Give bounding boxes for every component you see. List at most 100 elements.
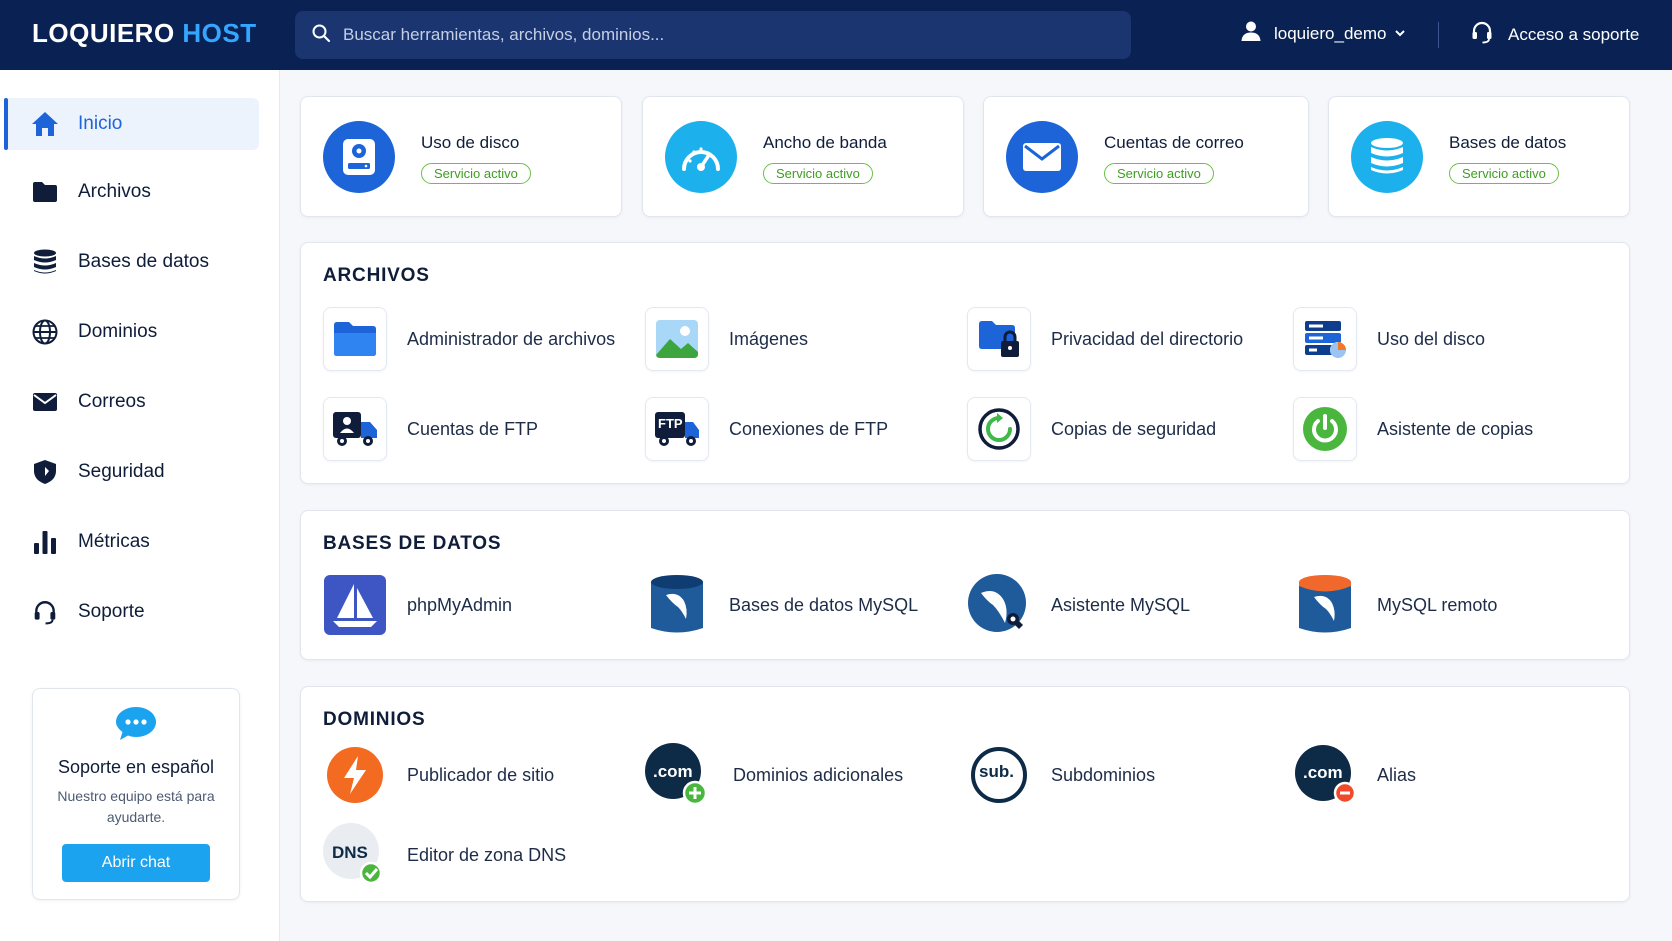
com-text: .com: [653, 762, 693, 781]
tool-phpmyadmin[interactable]: phpMyAdmin: [323, 573, 512, 637]
subdomain-icon: sub.: [967, 743, 1031, 807]
database-icon: [30, 247, 60, 277]
sidebar-item-metricas[interactable]: Métricas: [4, 516, 259, 568]
tool-ftp-connections[interactable]: FTP Conexiones de FTP: [645, 397, 888, 461]
tool-images[interactable]: Imágenes: [645, 307, 808, 371]
tool-mysql-remote[interactable]: MySQL remoto: [1293, 573, 1497, 637]
sidebar-item-label: Dominios: [78, 321, 158, 342]
ftp-truck-user-icon: [323, 397, 387, 461]
stat-card-disk[interactable]: Uso de disco Servicio activo: [300, 96, 622, 217]
bar-chart-icon: [30, 527, 60, 557]
open-chat-button[interactable]: Abrir chat: [62, 844, 210, 882]
tool-file-manager[interactable]: Administrador de archivos: [323, 307, 615, 371]
server-usage-icon: [1293, 307, 1357, 371]
sidebar-item-label: Correos: [78, 391, 146, 412]
backup-refresh-icon: [967, 397, 1031, 461]
tool-subdomains[interactable]: sub. Subdominios: [967, 743, 1155, 807]
status-badge: Servicio activo: [1449, 163, 1559, 184]
status-badge: Servicio activo: [1104, 163, 1214, 184]
sub-text: sub.: [979, 762, 1014, 781]
database-icon: [1351, 121, 1423, 193]
tool-mysql-databases[interactable]: Bases de datos MySQL: [645, 573, 918, 637]
sidebar-item-archivos[interactable]: Archivos: [4, 166, 259, 218]
mysql-wrench-icon: [967, 573, 1031, 637]
tool-mysql-wizard[interactable]: Asistente MySQL: [967, 573, 1190, 637]
search-icon: [311, 23, 331, 48]
section-bases-de-datos: BASES DE DATOS phpMyAdmin Bases de datos…: [300, 510, 1630, 660]
folder-icon: [30, 177, 60, 207]
tool-addon-domains[interactable]: .com Dominios adicionales: [645, 743, 903, 807]
mysql-remote-icon: [1293, 573, 1357, 637]
tool-directory-privacy[interactable]: Privacidad del directorio: [967, 307, 1243, 371]
stat-label: Ancho de banda: [763, 133, 887, 152]
home-icon: [30, 109, 60, 139]
ftp-truck-icon: FTP: [645, 397, 709, 461]
search-bar[interactable]: [295, 11, 1131, 59]
tool-dns-zone-editor[interactable]: DNS Editor de zona DNS: [323, 823, 566, 887]
stat-card-email-accounts[interactable]: Cuentas de correo Servicio activo: [983, 96, 1309, 217]
status-badge: Servicio activo: [763, 163, 873, 184]
tool-label: Asistente de copias: [1377, 418, 1534, 439]
brand-accent: HOST: [182, 18, 257, 48]
tool-ftp-accounts[interactable]: Cuentas de FTP: [323, 397, 538, 461]
envelope-icon: [30, 387, 60, 417]
search-input[interactable]: [343, 25, 1103, 45]
tool-backups[interactable]: Copias de seguridad: [967, 397, 1216, 461]
sidebar-item-seguridad[interactable]: Seguridad: [4, 446, 259, 498]
section-archivos: ARCHIVOS Administrador de archivos Imáge…: [300, 242, 1630, 484]
user-menu[interactable]: loquiero_demo: [1240, 20, 1406, 47]
folder-lock-icon: [967, 307, 1031, 371]
globe-icon: [30, 317, 60, 347]
stat-card-bandwidth[interactable]: Ancho de banda Servicio activo: [642, 96, 964, 217]
help-subtitle: Nuestro equipo está para ayudarte.: [57, 788, 215, 825]
brand-logo[interactable]: LOQUIERO HOST: [32, 18, 257, 49]
headset-icon: [1470, 20, 1494, 49]
tool-label: Conexiones de FTP: [729, 418, 889, 439]
headset-icon: [30, 597, 60, 627]
tool-label: Asistente MySQL: [1051, 594, 1191, 615]
tool-label: Administrador de archivos: [407, 328, 616, 349]
sidebar-item-label: Bases de datos: [78, 251, 209, 272]
status-badge: Servicio activo: [421, 163, 531, 184]
chevron-down-icon: [1394, 24, 1406, 44]
tool-label: Subdominios: [1051, 764, 1156, 785]
top-bar: LOQUIERO HOST loquiero_demo Acceso a sop…: [0, 0, 1672, 70]
user-icon: [1240, 20, 1262, 47]
chat-bubble-icon: [33, 705, 239, 743]
tool-backup-wizard[interactable]: Asistente de copias: [1293, 397, 1533, 461]
sidebar-item-inicio[interactable]: Inicio: [4, 98, 259, 150]
sidebar-item-label: Archivos: [78, 181, 151, 202]
tool-label: Copias de seguridad: [1051, 418, 1217, 439]
sidebar-item-label: Métricas: [78, 531, 150, 552]
tool-label: Uso del disco: [1377, 328, 1486, 349]
sidebar-item-soporte[interactable]: Soporte: [4, 586, 259, 638]
help-title: Soporte en español: [57, 757, 215, 777]
dns-check-icon: DNS: [323, 823, 387, 887]
stat-label: Bases de datos: [1449, 133, 1567, 152]
mysql-database-icon: [645, 573, 709, 637]
tool-site-publisher[interactable]: Publicador de sitio: [323, 743, 554, 807]
dns-text: DNS: [332, 843, 368, 862]
support-access-label: Acceso a soporte: [1508, 24, 1640, 44]
tool-disk-usage[interactable]: Uso del disco: [1293, 307, 1485, 371]
phpmyadmin-sailboat-icon: [323, 573, 387, 637]
lightning-bolt-icon: [323, 743, 387, 807]
tool-aliases[interactable]: .com Alias: [1293, 743, 1416, 807]
section-title: BASES DE DATOS: [323, 533, 502, 554]
tool-label: Imágenes: [729, 328, 809, 349]
sidebar-item-correos[interactable]: Correos: [4, 376, 259, 428]
username: loquiero_demo: [1274, 23, 1387, 43]
help-card: Soporte en español Nuestro equipo está p…: [32, 688, 240, 900]
tool-label: Publicador de sitio: [407, 764, 555, 785]
ftp-badge-text: FTP: [658, 416, 683, 431]
sidebar-item-bases-de-datos[interactable]: Bases de datos: [4, 236, 259, 288]
support-access-link[interactable]: Acceso a soporte: [1470, 20, 1639, 49]
stat-label: Uso de disco: [421, 133, 520, 152]
power-icon: [1293, 397, 1357, 461]
disk-icon: [323, 121, 395, 193]
mail-icon: [1006, 121, 1078, 193]
sidebar-item-label: Seguridad: [78, 461, 165, 482]
sidebar-item-dominios[interactable]: Dominios: [4, 306, 259, 358]
stat-card-databases[interactable]: Bases de datos Servicio activo: [1328, 96, 1630, 217]
tool-label: Cuentas de FTP: [407, 418, 539, 439]
